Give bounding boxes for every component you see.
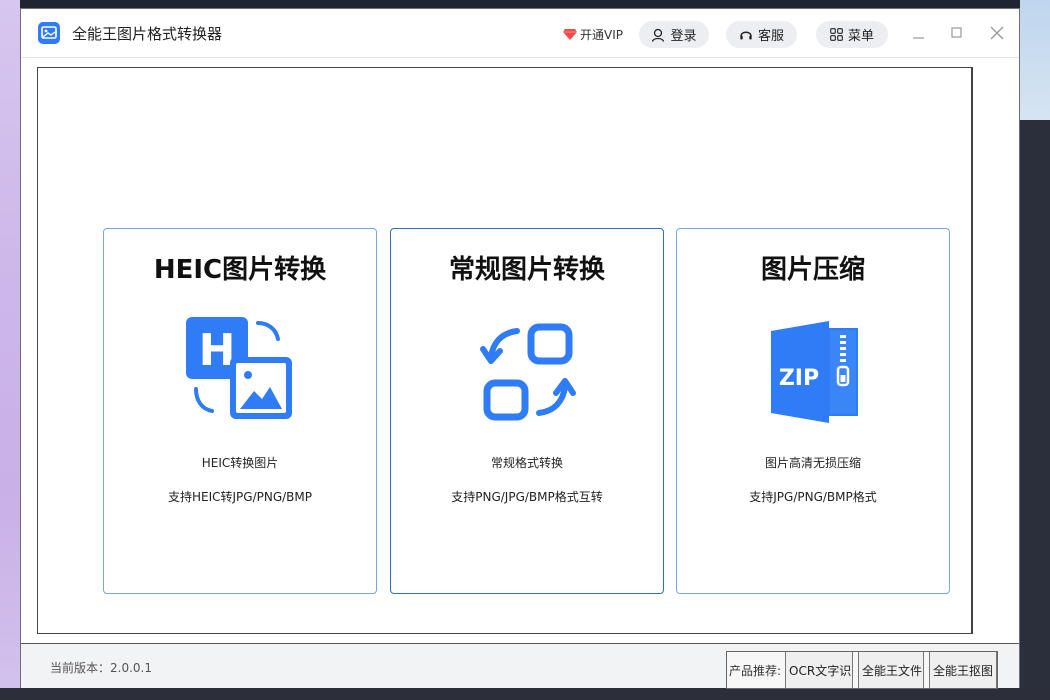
grid-icon <box>830 28 843 41</box>
app-title: 全能王图片格式转换器 <box>72 25 223 43</box>
version-label: 当前版本：2.0.0.1 <box>50 661 152 675</box>
service-label: 客服 <box>757 29 784 44</box>
headset-icon <box>740 31 752 39</box>
desktop-background-left <box>0 0 20 700</box>
minimize-icon <box>913 37 924 39</box>
card-subtitle: 支持HEIC转JPG/PNG/BMP <box>167 490 313 504</box>
zip-compress-icon: ZIP <box>759 317 869 427</box>
card-description: 常规格式转换 <box>490 456 563 470</box>
heic-convert-card[interactable]: HEIC图片转换 H HEIC转换图片 支持HEIC转JPG/PNG/BMP <box>103 228 377 594</box>
svg-text:H: H <box>199 325 236 376</box>
recommend-cutout-button[interactable]: 全能王抠图 <box>929 652 998 688</box>
maximize-icon <box>951 27 962 38</box>
maximize-button[interactable] <box>946 21 968 45</box>
card-title: 图片压缩 <box>760 255 865 285</box>
recommend-file-button[interactable]: 全能王文件 <box>858 652 925 688</box>
login-button[interactable]: 登录 <box>639 21 709 48</box>
card-title: 常规图片转换 <box>448 255 605 285</box>
card-title: HEIC图片转换 <box>153 255 327 285</box>
menu-label: 菜单 <box>847 29 874 44</box>
vip-button[interactable]: 开通VIP <box>563 25 623 43</box>
login-label: 登录 <box>670 29 697 44</box>
format-convert-icon <box>473 317 583 427</box>
image-app-icon <box>38 22 60 44</box>
recommend-bar: 产品推荐: OCR文字识 全能王文件 全能王抠图 <box>726 651 999 689</box>
desktop-background-right-top <box>1020 0 1050 120</box>
heic-convert-icon: H <box>186 317 296 427</box>
card-subtitle: 支持PNG/JPG/BMP格式互转 <box>451 490 603 504</box>
zip-label: ZIP <box>779 366 819 391</box>
recommend-label: 产品推荐: <box>729 663 782 678</box>
title-bar: 全能王图片格式转换器 开通VIP 登录 客服 菜单 <box>21 9 1019 58</box>
zip-compress-card[interactable]: 图片压缩 ZIP 图片高清无损压缩 支持JPG/PNG/BMP格式 <box>676 228 950 594</box>
menu-button[interactable]: 菜单 <box>816 21 888 48</box>
status-bar: 当前版本：2.0.0.1 产品推荐: OCR文字识 全能王文件 全能王抠图 <box>21 643 1019 689</box>
vip-label: 开通VIP <box>580 27 623 42</box>
card-subtitle: 支持JPG/PNG/BMP格式 <box>749 490 877 504</box>
card-description: HEIC转换图片 <box>201 456 279 470</box>
main-panel: HEIC图片转换 H HEIC转换图片 支持HEIC转JPG/PNG/BMP 常… <box>37 67 973 634</box>
close-icon <box>990 26 1004 40</box>
recommend-ocr-button[interactable]: OCR文字识 <box>785 652 854 688</box>
desktop-background-right <box>1020 120 1050 700</box>
minimize-button[interactable] <box>908 21 930 45</box>
format-convert-card[interactable]: 常规图片转换 常规格式转换 支持PNG/JPG/BMP格式互转 <box>390 228 664 594</box>
card-description: 图片高清无损压缩 <box>764 456 861 470</box>
diamond-icon <box>563 29 577 40</box>
app-window: 全能王图片格式转换器 开通VIP 登录 客服 菜单 HEIC图片转换 H HEI… <box>20 8 1020 689</box>
desktop-background-bottom <box>0 688 1050 700</box>
close-button[interactable] <box>986 21 1008 45</box>
service-button[interactable]: 客服 <box>726 21 797 48</box>
user-icon <box>652 28 665 42</box>
